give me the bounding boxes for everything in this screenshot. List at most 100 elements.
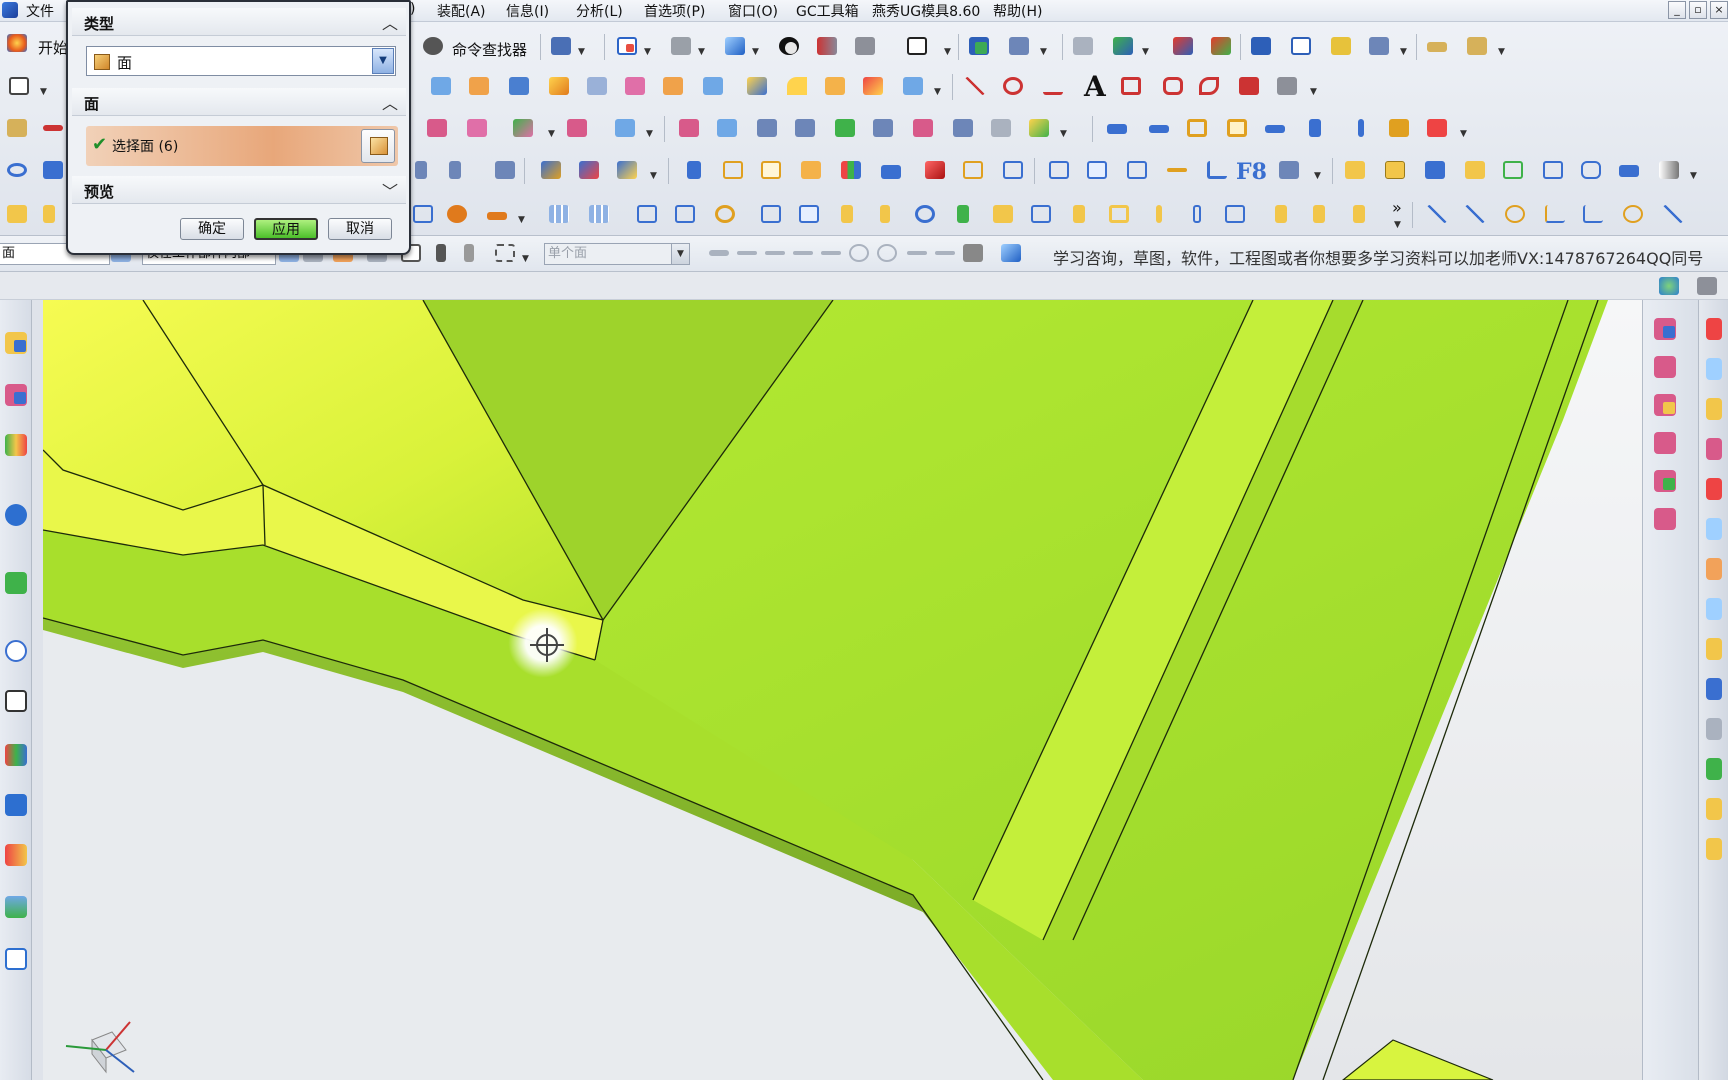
- palette-b-7-icon[interactable]: [1703, 554, 1727, 584]
- fit-view-icon[interactable]: [614, 33, 640, 59]
- history-icon[interactable]: [2, 568, 30, 598]
- dimension-icon[interactable]: [1146, 115, 1172, 141]
- hole-icon[interactable]: [1302, 115, 1328, 141]
- next-icon[interactable]: [446, 157, 472, 183]
- page-icon[interactable]: [40, 201, 66, 227]
- patch-icon[interactable]: [988, 115, 1014, 141]
- constraint-navigator-icon[interactable]: [2, 380, 30, 410]
- show-hide-icon[interactable]: [4, 157, 30, 183]
- crosshair-icon[interactable]: [912, 201, 938, 227]
- studio-surface-icon[interactable]: [792, 115, 818, 141]
- menu-assembly[interactable]: 装配(A): [437, 1, 486, 21]
- shell-icon[interactable]: [700, 73, 726, 99]
- rollback-icon[interactable]: [40, 115, 66, 141]
- y-icon[interactable]: [672, 201, 698, 227]
- pin-icon[interactable]: [1146, 201, 1172, 227]
- datum-icon[interactable]: [1204, 157, 1230, 183]
- snap-mid-icon[interactable]: [762, 240, 788, 266]
- chevron-down-icon[interactable]: ﹀: [382, 178, 398, 202]
- n-side-icon[interactable]: [832, 115, 858, 141]
- color-swatch-icon[interactable]: [1656, 157, 1682, 183]
- show-icon[interactable]: [40, 157, 66, 183]
- snap-intersect-icon[interactable]: [818, 240, 844, 266]
- ok-button[interactable]: 确定: [180, 218, 244, 240]
- palette-b-3-icon[interactable]: [1703, 394, 1727, 424]
- palette-b-12-icon[interactable]: [1703, 754, 1727, 784]
- box-wire-icon[interactable]: [758, 157, 784, 183]
- snap-on-curve-icon[interactable]: [932, 240, 958, 266]
- curve-on-face-icon[interactable]: [1274, 73, 1300, 99]
- csys-icon[interactable]: [1170, 33, 1196, 59]
- block-yellow-icon[interactable]: [1066, 201, 1092, 227]
- gear-icon[interactable]: [444, 201, 470, 227]
- t-icon[interactable]: [990, 201, 1016, 227]
- line-dash-icon[interactable]: [1424, 201, 1450, 227]
- move-layer-icon[interactable]: [1006, 33, 1032, 59]
- step-icon[interactable]: [1580, 201, 1606, 227]
- snap-body-icon[interactable]: [998, 240, 1024, 266]
- strip-globe-icon[interactable]: [1656, 273, 1682, 299]
- pad-red-icon[interactable]: [1424, 115, 1450, 141]
- angle-icon[interactable]: [1464, 33, 1490, 59]
- ejector-icon[interactable]: [1184, 201, 1210, 227]
- system-materials-icon[interactable]: [2, 840, 30, 870]
- tree-icon[interactable]: [492, 157, 518, 183]
- palette-icon[interactable]: [2, 740, 30, 770]
- menu-information[interactable]: 信息(I): [506, 1, 549, 21]
- tube-icon[interactable]: [1306, 201, 1332, 227]
- f8-button[interactable]: F8: [1236, 159, 1267, 185]
- angle-corner-icon[interactable]: [1542, 201, 1568, 227]
- sheet-icon[interactable]: [1500, 157, 1526, 183]
- blend-surface-icon[interactable]: [910, 115, 936, 141]
- menu-file[interactable]: 文件: [26, 1, 54, 21]
- view-stack-icon[interactable]: [1616, 157, 1642, 183]
- palette-b-13-icon[interactable]: [1703, 794, 1727, 824]
- text-tool[interactable]: A: [1084, 70, 1106, 103]
- command-finder-button[interactable]: 命令查找器: [452, 39, 527, 60]
- project-curve-icon[interactable]: [1236, 73, 1262, 99]
- column-3-icon[interactable]: [834, 201, 860, 227]
- select-face-row[interactable]: ✔ 选择面 (6): [86, 126, 398, 166]
- rotate-arc-icon[interactable]: [1502, 201, 1528, 227]
- snap-quadrant-icon[interactable]: [874, 240, 900, 266]
- green-post-icon[interactable]: [950, 201, 976, 227]
- new-icon[interactable]: [6, 73, 32, 99]
- folder-yellow-icon[interactable]: [4, 201, 30, 227]
- chevron-up-icon[interactable]: ︿: [382, 10, 398, 34]
- palette-solid-3-icon[interactable]: [1651, 390, 1679, 420]
- restore-button[interactable]: ▫: [1689, 1, 1707, 19]
- palette-b-10-icon[interactable]: [1703, 674, 1727, 704]
- palette-b-5-icon[interactable]: [1703, 474, 1727, 504]
- chamfer-icon[interactable]: [822, 73, 848, 99]
- snapshot-icon[interactable]: [1578, 157, 1604, 183]
- type-select[interactable]: 面 ▼: [86, 46, 396, 76]
- section-view-icon[interactable]: [814, 33, 840, 59]
- ruled-icon[interactable]: [676, 115, 702, 141]
- cylinder-yellow-icon[interactable]: [1268, 201, 1294, 227]
- line-diagonal-icon[interactable]: [1462, 201, 1488, 227]
- cavity-icon[interactable]: [1106, 201, 1132, 227]
- slot-icon[interactable]: [1262, 115, 1288, 141]
- layer-icon[interactable]: [966, 33, 992, 59]
- snap-control-icon[interactable]: [790, 240, 816, 266]
- clock-icon[interactable]: [2, 636, 30, 666]
- palette-b-9-icon[interactable]: [1703, 634, 1727, 664]
- camera-icon[interactable]: [1540, 157, 1566, 183]
- mold-2-icon[interactable]: [1084, 157, 1110, 183]
- open-folder-icon[interactable]: [1342, 157, 1368, 183]
- apply-button[interactable]: 应用: [254, 218, 318, 240]
- polygon-icon[interactable]: [1118, 73, 1144, 99]
- column-1-icon[interactable]: [758, 201, 784, 227]
- feature-icon[interactable]: [546, 73, 572, 99]
- edge-blend-icon[interactable]: [784, 73, 810, 99]
- menu-gc-toolbox[interactable]: GC工具箱: [796, 1, 859, 21]
- spline-icon[interactable]: [1040, 73, 1066, 99]
- snap-hand-icon[interactable]: [456, 240, 482, 266]
- measure-icon[interactable]: [1070, 33, 1096, 59]
- align-icon[interactable]: [1104, 115, 1130, 141]
- csys-origin-icon[interactable]: [1208, 33, 1234, 59]
- revolve-icon[interactable]: [466, 73, 492, 99]
- image-icon[interactable]: [2, 892, 30, 922]
- snap-center-icon[interactable]: [846, 240, 872, 266]
- type-group-header[interactable]: 类型 ︿: [72, 8, 406, 36]
